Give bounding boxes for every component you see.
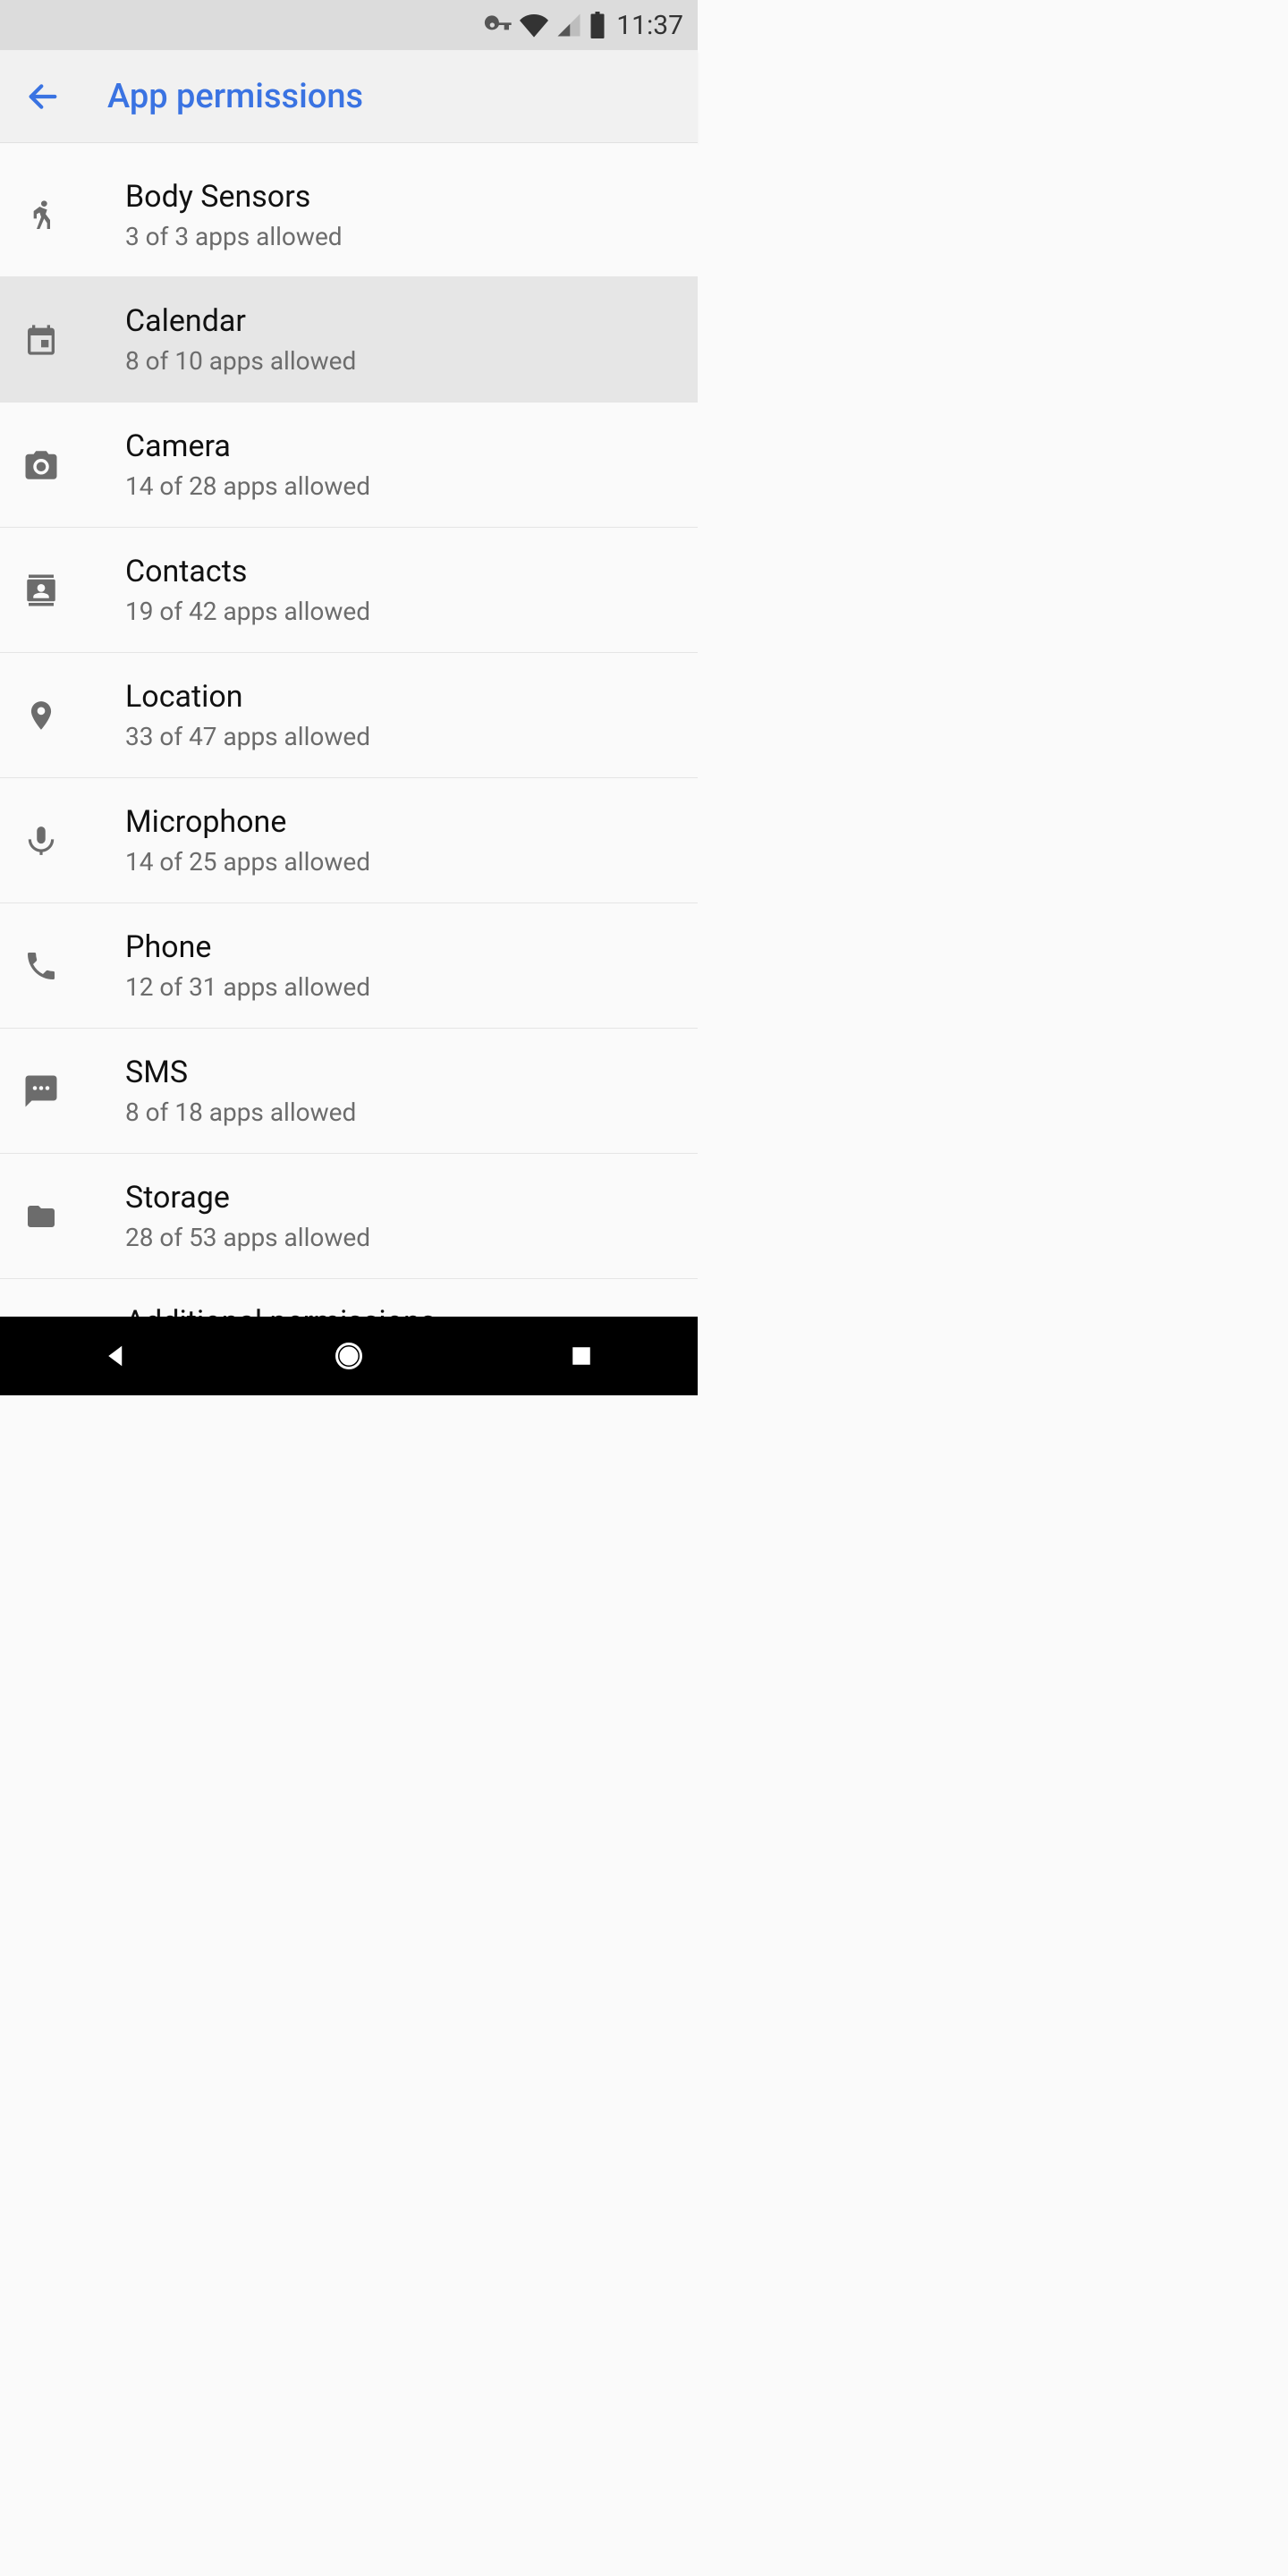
permission-subtitle: 8 of 18 apps allowed xyxy=(125,1097,676,1127)
permission-row-location[interactable]: Location 33 of 47 apps allowed xyxy=(0,653,698,778)
permission-row-calendar[interactable]: Calendar 8 of 10 apps allowed xyxy=(0,277,698,402)
nav-home-button[interactable] xyxy=(304,1329,394,1383)
permission-row-storage[interactable]: Storage 28 of 53 apps allowed xyxy=(0,1154,698,1279)
clock-text: 11:37 xyxy=(616,10,683,41)
location-icon xyxy=(21,696,61,735)
storage-icon xyxy=(21,1197,61,1236)
permission-subtitle: 3 of 3 apps allowed xyxy=(125,222,676,251)
permission-title: Location xyxy=(125,679,676,715)
app-bar: App permissions xyxy=(0,50,698,143)
permission-row-body-sensors[interactable]: Body Sensors 3 of 3 apps allowed xyxy=(0,143,698,277)
permission-subtitle: 8 of 10 apps allowed xyxy=(125,346,676,376)
wifi-icon xyxy=(520,11,548,39)
calendar-icon xyxy=(21,320,61,360)
status-bar: 11:37 xyxy=(0,0,698,50)
nav-bar xyxy=(0,1317,698,1395)
camera-icon xyxy=(21,445,61,485)
permission-row-contacts[interactable]: Contacts 19 of 42 apps allowed xyxy=(0,528,698,653)
microphone-icon xyxy=(21,821,61,860)
nav-back-button[interactable] xyxy=(72,1329,161,1383)
permission-title: Phone xyxy=(125,929,676,965)
permission-row-camera[interactable]: Camera 14 of 28 apps allowed xyxy=(0,402,698,528)
body-sensors-icon xyxy=(21,196,61,235)
permission-subtitle: 19 of 42 apps allowed xyxy=(125,597,676,626)
permission-title: Calendar xyxy=(125,303,676,339)
permissions-list[interactable]: Body Sensors 3 of 3 apps allowed Calenda… xyxy=(0,143,698,1317)
permission-title: Camera xyxy=(125,428,676,464)
permission-row-additional[interactable]: Additional permissions xyxy=(0,1279,698,1317)
vpn-key-icon xyxy=(484,11,513,39)
permission-row-microphone[interactable]: Microphone 14 of 25 apps allowed xyxy=(0,778,698,903)
nav-recents-button[interactable] xyxy=(537,1329,626,1383)
back-button[interactable] xyxy=(21,75,64,118)
sms-icon xyxy=(21,1072,61,1111)
permission-row-phone[interactable]: Phone 12 of 31 apps allowed xyxy=(0,903,698,1029)
permission-subtitle: 14 of 28 apps allowed xyxy=(125,471,676,501)
permission-title: Microphone xyxy=(125,804,676,840)
permission-title: Additional permissions xyxy=(125,1304,676,1317)
battery-icon xyxy=(589,12,606,38)
permission-subtitle: 28 of 53 apps allowed xyxy=(125,1223,676,1252)
permission-row-sms[interactable]: SMS 8 of 18 apps allowed xyxy=(0,1029,698,1154)
contacts-icon xyxy=(21,571,61,610)
permission-title: Storage xyxy=(125,1180,676,1216)
permission-subtitle: 12 of 31 apps allowed xyxy=(125,972,676,1002)
phone-icon xyxy=(21,946,61,986)
signal-icon xyxy=(555,12,582,38)
permission-title: SMS xyxy=(125,1055,676,1090)
page-title: App permissions xyxy=(107,77,363,116)
permission-subtitle: 14 of 25 apps allowed xyxy=(125,847,676,877)
permission-title: Body Sensors xyxy=(125,179,676,215)
permission-subtitle: 33 of 47 apps allowed xyxy=(125,722,676,751)
permission-title: Contacts xyxy=(125,554,676,589)
